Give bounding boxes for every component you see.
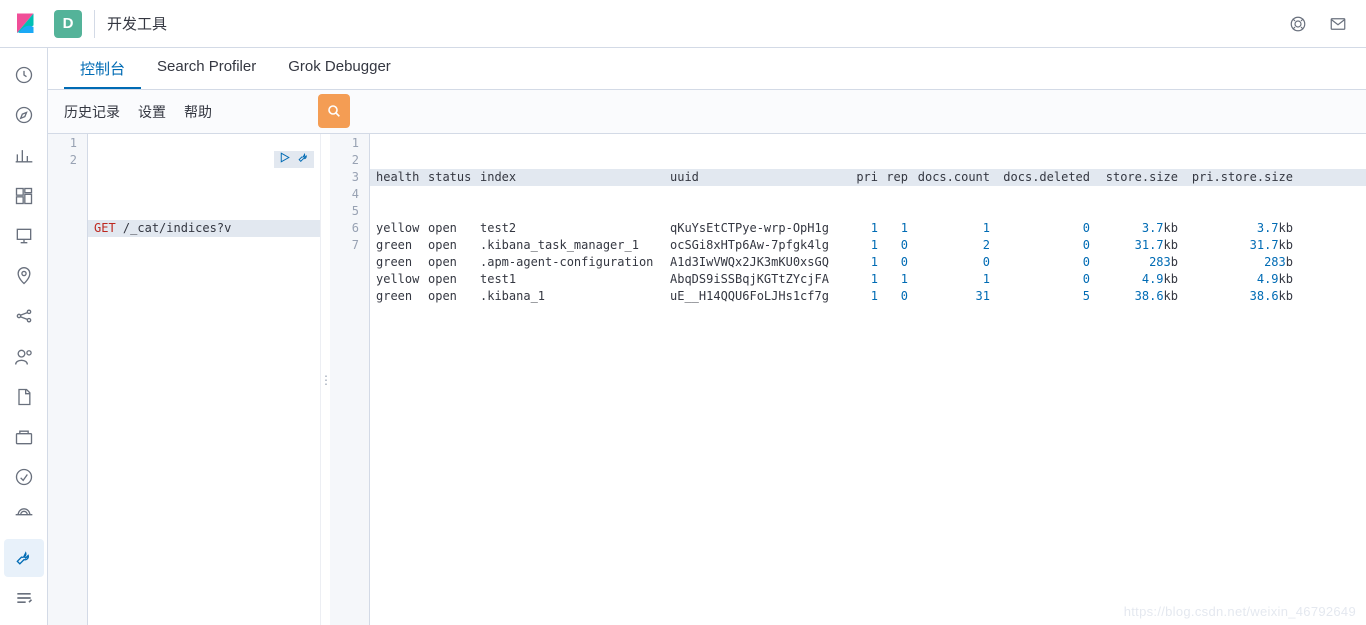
response-gutter: 1 2 3 4 5 6 7 (330, 134, 370, 625)
wrench-icon[interactable] (297, 151, 310, 169)
request-editor[interactable]: GET /_cat/indices?v (88, 134, 320, 625)
nav-recent-icon[interactable] (4, 56, 44, 94)
logo-area: D (8, 10, 82, 38)
console-subbar: 历史记录 设置 帮助 (48, 90, 1366, 134)
space-selector[interactable]: D (54, 10, 82, 38)
nav-siem-icon[interactable] (4, 498, 44, 536)
settings-link[interactable]: 设置 (138, 102, 166, 122)
nav-logs-icon[interactable] (4, 378, 44, 416)
response-row: greenopen.kibana_1uE__H14QQU6FoLJHs1cf7g… (370, 288, 1366, 305)
nav-maps-icon[interactable] (4, 257, 44, 295)
tab-search-profiler[interactable]: Search Profiler (141, 48, 272, 89)
app-title: 开发工具 (107, 13, 167, 34)
response-row: greenopen.apm-agent-configurationA1d3IwV… (370, 254, 1366, 271)
nav-uptime-icon[interactable] (4, 458, 44, 496)
kibana-logo-icon[interactable] (14, 12, 38, 36)
nav-devtools-icon[interactable] (4, 539, 44, 577)
watermark: https://blog.csdn.net/weixin_46792649 (1124, 604, 1356, 619)
nav-apm-icon[interactable] (4, 418, 44, 456)
tab-grok-debugger[interactable]: Grok Debugger (272, 48, 407, 89)
send-request-icon[interactable] (278, 151, 291, 169)
tabs: 控制台 Search Profiler Grok Debugger (48, 48, 1366, 90)
editor-area: 1 2 GET /_cat/indices?v ⋮ 1 2 3 4 5 6 (48, 134, 1366, 625)
nav-dashboard-icon[interactable] (4, 177, 44, 215)
nav-visualize-icon[interactable] (4, 136, 44, 174)
divider (94, 10, 95, 38)
help-link[interactable]: 帮助 (184, 102, 212, 122)
nav-discover-icon[interactable] (4, 96, 44, 134)
response-body[interactable]: health status index uuid pri rep docs.co… (370, 134, 1366, 625)
request-pane[interactable]: 1 2 GET /_cat/indices?v (48, 134, 320, 625)
pane-resizer[interactable]: ⋮ (320, 134, 330, 625)
mail-icon[interactable] (1318, 4, 1358, 44)
request-gutter: 1 2 (48, 134, 88, 625)
response-row: greenopen.kibana_task_manager_1ocSGi8xHT… (370, 237, 1366, 254)
nav-infra-icon[interactable] (4, 338, 44, 376)
tab-console[interactable]: 控制台 (64, 48, 141, 89)
response-row: yellowopentest2qKuYsEtCTPye-wrp-OpH1g111… (370, 220, 1366, 237)
history-link[interactable]: 历史记录 (64, 102, 120, 122)
help-icon[interactable] (1278, 4, 1318, 44)
response-row: yellowopentest1AbqDS9iSSBqjKGTtZYcjFA111… (370, 271, 1366, 288)
find-icon[interactable] (318, 94, 350, 128)
nav-ml-icon[interactable] (4, 297, 44, 335)
left-nav (0, 48, 48, 625)
response-pane: 1 2 3 4 5 6 7 health status index uuid p… (330, 134, 1366, 625)
main: 控制台 Search Profiler Grok Debugger 历史记录 设… (48, 48, 1366, 625)
nav-canvas-icon[interactable] (4, 217, 44, 255)
nav-collapse-icon[interactable] (4, 579, 44, 617)
top-header: D 开发工具 (0, 0, 1366, 48)
